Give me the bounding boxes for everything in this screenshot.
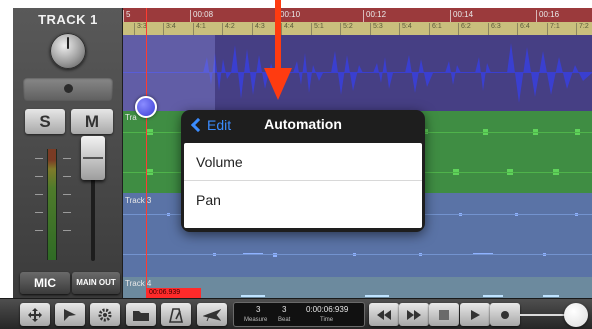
rewind-icon [377, 309, 391, 320]
channel-strip: TRACK 1 S M MIC MAIN OUT [13, 8, 123, 298]
ruler-time: 00:16 [536, 10, 559, 22]
ruler-measure: 7:1 [547, 23, 560, 35]
gain-knob[interactable] [50, 33, 86, 69]
playhead-line [146, 8, 147, 298]
ruler-measure: 7:2 [576, 23, 589, 35]
rewind-button[interactable] [369, 303, 399, 326]
fast-forward-icon [407, 309, 421, 320]
folder-icon [133, 310, 149, 321]
ruler-measure: 6:3 [488, 23, 501, 35]
playhead-handle[interactable] [135, 96, 157, 118]
plane-icon [203, 308, 221, 321]
gear-icon [98, 308, 112, 321]
ruler-measure: 4:3 [252, 23, 265, 35]
record-button[interactable] [490, 303, 520, 326]
automation-popover: Edit Automation Volume Pan [181, 110, 425, 232]
play-icon [471, 309, 480, 320]
time-caption: Time [320, 317, 334, 323]
level-meter [47, 149, 57, 260]
metronome-button[interactable] [161, 303, 191, 326]
ruler-measure: 4:4 [281, 23, 294, 35]
automation-list: Volume Pan [184, 143, 422, 228]
transport-display: 3 3 0:00:06:939 Measure Beat Time [233, 302, 365, 327]
cursor-tool-button[interactable] [55, 303, 85, 326]
meter-scale [35, 158, 43, 248]
edit-back-label: Edit [207, 117, 232, 133]
settings-button[interactable] [90, 303, 120, 326]
meter-scale [63, 158, 71, 248]
ruler-measure: 4:1 [193, 23, 206, 35]
stop-button[interactable] [429, 303, 459, 326]
metronome-icon [168, 307, 184, 323]
beat-value: 3 [282, 305, 287, 314]
annotation-arrow [275, 0, 281, 70]
ruler-measure: 3:3 [134, 23, 147, 35]
popover-header: Edit Automation [181, 110, 425, 140]
volume-fader[interactable] [81, 136, 105, 180]
time-value: 0:00:06:939 [306, 305, 349, 314]
ruler-measure: 3:4 [163, 23, 176, 35]
beat-caption: Beat [278, 317, 291, 323]
play-button[interactable] [460, 303, 490, 326]
app-window: TRACK 1 S M MIC MAIN OUT 5 00:08 00:10 0… [0, 0, 592, 329]
ruler-measure: 5:2 [340, 23, 353, 35]
mute-button[interactable]: M [71, 109, 113, 134]
move-tool-button[interactable] [20, 303, 50, 326]
stop-icon [439, 309, 449, 320]
ruler-measure: 5:3 [370, 23, 383, 35]
playhead-time: 00:06.939 [146, 288, 201, 298]
ruler-measure: 6:4 [517, 23, 530, 35]
mic-button[interactable]: MIC [20, 272, 70, 294]
main-out-button[interactable]: MAIN OUT [72, 272, 120, 294]
ruler-time: 00:12 [363, 10, 386, 22]
measure-value: 3 [256, 305, 261, 314]
ruler-measure: 6:1 [429, 23, 442, 35]
master-volume-track [520, 314, 566, 316]
share-button[interactable] [197, 303, 227, 326]
pan-slider[interactable] [23, 77, 113, 101]
automation-item-volume[interactable]: Volume [184, 143, 422, 181]
files-button[interactable] [126, 303, 156, 326]
record-icon [501, 310, 509, 319]
measure-caption: Measure [244, 317, 268, 323]
ruler-measure: 6:2 [458, 23, 471, 35]
ruler-measure: 5:4 [399, 23, 412, 35]
fast-forward-button[interactable] [399, 303, 429, 326]
automation-item-pan[interactable]: Pan [184, 181, 422, 219]
master-volume-slider[interactable] [564, 303, 588, 327]
track-title: TRACK 1 [38, 12, 98, 27]
edit-back-button[interactable]: Edit [189, 116, 231, 134]
bottom-toolbar: 3 3 0:00:06:939 Measure Beat Time [0, 298, 592, 329]
ruler-time: 5 [123, 10, 130, 22]
chevron-left-icon [190, 117, 206, 133]
ruler-measure: 4:2 [222, 23, 235, 35]
annotation-arrow-head [264, 68, 292, 100]
timeline-ruler[interactable]: 5 00:08 00:10 00:12 00:14 00:16 3:3 3:4 … [123, 8, 592, 35]
ruler-time: 00:14 [450, 10, 473, 22]
move-icon [28, 307, 42, 322]
play-cursor-icon [64, 308, 76, 321]
solo-button[interactable]: S [25, 109, 65, 134]
ruler-measure: 5:1 [311, 23, 324, 35]
ruler-time: 00:08 [190, 10, 213, 22]
